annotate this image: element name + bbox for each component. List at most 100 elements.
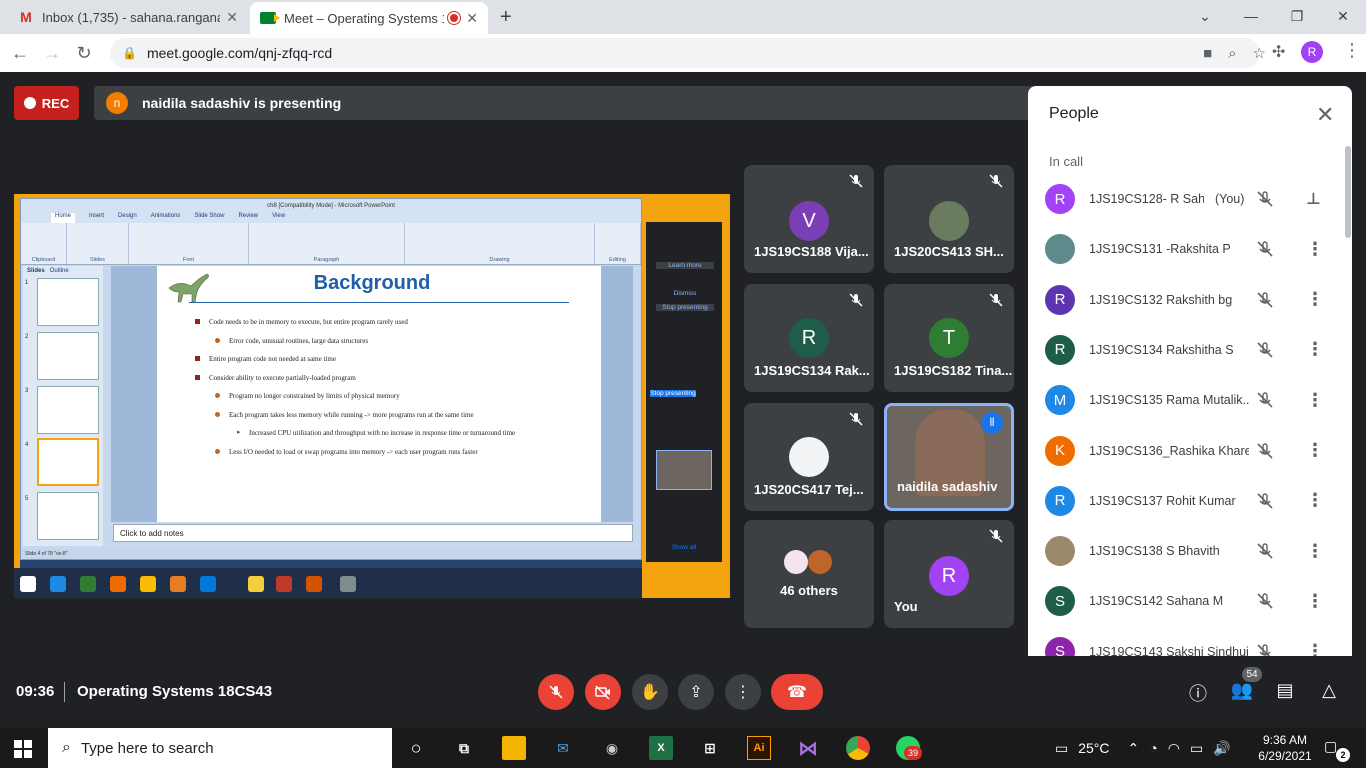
participant-row[interactable]: S 1JS19CS142 Sahana M ⋮ [1028,576,1352,626]
mic-toggle-button[interactable] [538,674,574,710]
participant-tile[interactable]: 1JS20CS417 Tej... [744,403,874,511]
tab-search-icon[interactable]: ⌄ [1182,0,1228,32]
lock-icon: 🔒 [122,46,137,60]
camera-icon[interactable]: ■ [1203,45,1212,62]
people-scrollbar[interactable] [1345,146,1351,238]
zoom-icon[interactable]: ⌕ [1228,45,1236,62]
present-button[interactable]: ⇪ [678,674,714,710]
leave-call-button[interactable]: ☎ [771,674,823,710]
windows-start-icon[interactable] [14,740,32,758]
file-explorer-icon[interactable] [502,736,526,760]
close-icon[interactable]: ✕ [226,9,238,26]
meeting-time: 09:36 [16,683,55,700]
forward-icon[interactable]: → [36,43,68,64]
participant-row[interactable]: R 1JS19CS134 Rakshitha S ⋮ [1028,325,1352,375]
mail-icon[interactable]: ✉ [551,736,575,760]
profile-avatar[interactable]: R [1301,41,1323,63]
more-options-icon[interactable]: ⋮ [1306,591,1324,612]
others-tile[interactable]: 46 others [744,520,874,628]
participant-row[interactable]: 1JS19CS138 S Bhavith ⋮ [1028,526,1352,576]
more-options-icon[interactable]: ⋮ [1306,490,1324,511]
maximize-button[interactable]: ❐ [1274,0,1320,32]
taskbar-search[interactable]: ⌕ Type here to search [48,728,392,768]
reload-icon[interactable]: ↻ [68,43,100,64]
activities-icon[interactable]: △ [1317,680,1341,701]
slide-thumbnail[interactable] [37,278,99,326]
more-options-icon[interactable]: ⋮ [1306,641,1324,656]
close-window-button[interactable]: ✕ [1320,0,1366,32]
excel-icon[interactable]: X [649,736,673,760]
taskbar-clock[interactable]: 9:36 AM 6/29/2021 [1255,732,1315,764]
self-tile[interactable]: R You [884,520,1014,628]
more-options-icon[interactable]: ⋮ [1306,390,1324,411]
raise-hand-button[interactable]: ✋ [632,674,668,710]
cortana-icon[interactable]: ○ [404,736,428,760]
recording-badge: REC [14,86,79,120]
participant-row[interactable]: R 1JS19CS128- R Saha... (You) ⊥ [1028,174,1352,224]
camera-app-icon[interactable]: ◉ [600,736,624,760]
temperature[interactable]: 25°C [1078,740,1109,756]
camera-toggle-button[interactable] [585,674,621,710]
meeting-info-icon[interactable]: ⓘ [1186,680,1210,706]
participant-tile[interactable]: 1JS20CS413 SH... [884,165,1014,273]
minimize-button[interactable]: — [1228,0,1274,32]
extensions-icon[interactable]: ✣ [1272,42,1285,62]
more-options-button[interactable]: ⋮ [725,674,761,710]
mic-off-icon [1256,391,1274,409]
close-icon[interactable]: ✕ [466,10,478,27]
more-options-icon[interactable]: ⋮ [1306,339,1324,360]
ppt-window-title: ch8 [Compatibility Mode] - Microsoft Pow… [21,199,641,213]
bullet: Error code, unusual routines, large data… [195,337,595,345]
chat-icon[interactable]: ▤ [1273,680,1297,701]
participant-row[interactable]: R 1JS19CS132 Rakshith bg ⋮ [1028,275,1352,325]
participant-row[interactable]: S 1JS19CS143 Sakshi Sindhuja ⋮ [1028,627,1352,656]
slide-thumbnail-selected[interactable] [37,438,99,486]
new-tab-button[interactable]: + [500,6,512,29]
tab-gmail[interactable]: M Inbox (1,735) - sahana.ranganath ✕ [8,0,248,34]
more-options-icon[interactable]: ⋮ [1306,541,1324,562]
illustrator-icon[interactable]: Ai [747,736,771,760]
more-options-icon[interactable]: ⋮ [1306,239,1324,260]
mic-off-icon [1256,341,1274,359]
participant-row[interactable]: M 1JS19CS135 Rama Mutalik... ⋮ [1028,375,1352,425]
participant-tile[interactable]: R 1JS19CS134 Rak... [744,284,874,392]
back-icon[interactable]: ← [4,43,36,64]
notes-pane[interactable]: Click to add notes [113,524,633,542]
powerpoint-window: ch8 [Compatibility Mode] - Microsoft Pow… [20,198,642,560]
slide-thumbnail[interactable] [37,492,99,540]
pin-icon[interactable]: ⊥ [1306,189,1321,209]
visual-studio-icon[interactable]: ⋈ [796,736,820,760]
ppt-tab: Design [118,213,137,219]
weather-icon[interactable]: ▭ [1055,740,1068,757]
participant-row[interactable]: 1JS19CS131 -Rakshita P ⋮ [1028,224,1352,274]
wifi-icon[interactable]: ◠ [1168,740,1180,757]
slide-thumbnail[interactable] [37,332,99,380]
tab-meet[interactable]: Meet – Operating Systems 1 ✕ [250,2,488,34]
participant-tile-speaking[interactable]: ⦀ naidila sadashiv [884,403,1014,511]
participant-row[interactable]: R 1JS19CS137 Rohit Kumar ⋮ [1028,476,1352,526]
bullet: Each program takes less memory while run… [195,411,595,419]
battery-icon[interactable]: ▭ [1190,740,1203,757]
address-bar[interactable]: 🔒 meet.google.com/qnj-zfqq-rcd [110,38,1260,68]
volume-icon[interactable]: 🔊 [1213,740,1230,757]
url-text: meet.google.com/qnj-zfqq-rcd [146,45,333,61]
network-icon[interactable]: ◔ [1149,740,1157,756]
chrome-icon[interactable] [846,736,870,760]
people-icon[interactable]: 👥 [1230,680,1254,701]
chevron-up-icon[interactable]: ⌃ [1128,740,1140,757]
participant-tile[interactable]: T 1JS19CS182 Tina... [884,284,1014,392]
meet-control-bar: 09:36 Operating Systems 18CS43 ✋ ⇪ ⋮ ☎ ⓘ… [0,656,1366,728]
task-view-icon[interactable]: ⧉ [452,736,476,760]
bookmark-star-icon[interactable]: ☆ [1253,44,1266,62]
participant-tile[interactable]: V 1JS19CS188 Vija... [744,165,874,273]
more-options-icon[interactable]: ⋮ [1306,289,1324,310]
slide-thumbnail[interactable] [37,386,99,434]
close-icon[interactable]: ✕ [1316,102,1334,128]
browser-menu-icon[interactable]: ⋮ [1343,40,1361,61]
participant-avatar: R [789,318,829,358]
mini-show-all: Show all [671,544,697,551]
more-options-icon[interactable]: ⋮ [1306,440,1324,461]
participant-row[interactable]: K 1JS19CS136_Rashika Khare ⋮ [1028,426,1352,476]
store-icon[interactable]: ⊞ [698,736,722,760]
bullet: Increased CPU utilization and throughput… [195,428,595,437]
